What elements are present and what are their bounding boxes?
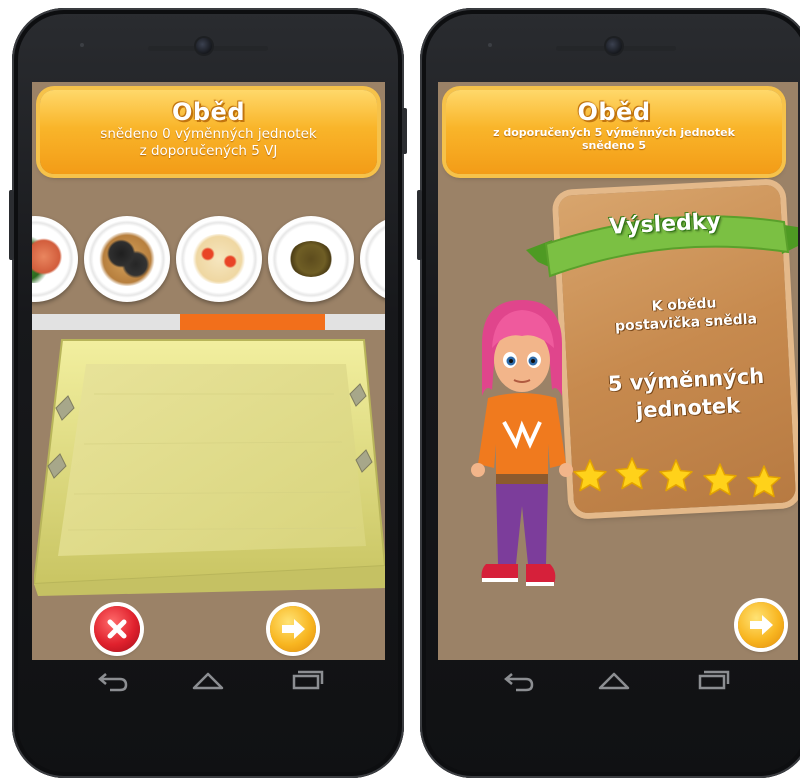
next-button[interactable] xyxy=(738,602,784,648)
food-plate-carousel[interactable] xyxy=(32,216,385,306)
food-plate-mussels-pasta[interactable] xyxy=(84,216,170,302)
arrow-right-icon xyxy=(750,615,773,635)
progress-fill xyxy=(180,314,325,330)
food-plate-tomato-gnocchi[interactable] xyxy=(176,216,262,302)
android-nav-bar xyxy=(12,660,404,700)
star-icon xyxy=(658,458,694,494)
sensor xyxy=(80,43,84,47)
close-icon xyxy=(107,619,127,639)
home-button[interactable] xyxy=(188,666,228,694)
android-nav-bar xyxy=(420,660,800,700)
back-icon xyxy=(98,673,128,692)
banner-recommended-text: z doporučených 5 výměnných jednotek xyxy=(493,126,735,139)
front-camera xyxy=(606,38,622,54)
recents-button[interactable] xyxy=(692,666,732,694)
food-salmon xyxy=(32,235,64,283)
left-phone: Oběd snědeno 0 výměnných jednotek z dopo… xyxy=(12,8,404,778)
banner-eaten-text: snědeno 5 xyxy=(581,139,647,152)
banner-eaten-text: snědeno 0 výměnných jednotek xyxy=(100,126,317,142)
arrow-right-icon xyxy=(282,619,305,639)
recents-button[interactable] xyxy=(286,666,326,694)
meal-banner: Oběd z doporučených 5 výměnných jednotek… xyxy=(446,90,782,174)
sensor xyxy=(488,43,492,47)
right-phone: Oběd z doporučených 5 výměnných jednotek… xyxy=(420,8,800,778)
banner-recommended-text: z doporučených 5 VJ xyxy=(139,143,278,159)
child-character xyxy=(471,300,573,586)
meal-banner: Oběd snědeno 0 výměnných jednotek z dopo… xyxy=(40,90,377,174)
rating-stars xyxy=(562,454,794,502)
food-lentils xyxy=(289,241,333,277)
food-mussels xyxy=(98,232,156,286)
food-plate-salmon-salad[interactable] xyxy=(32,216,78,302)
back-button[interactable] xyxy=(498,666,538,694)
home-button[interactable] xyxy=(594,666,634,694)
portion-progress-bar xyxy=(32,314,385,330)
star-icon xyxy=(702,462,738,498)
wooden-tray[interactable] xyxy=(34,334,385,596)
back-button[interactable] xyxy=(92,666,132,694)
banner-title: Oběd xyxy=(171,98,246,126)
next-button[interactable] xyxy=(270,606,316,652)
home-icon xyxy=(192,672,224,690)
banner-title: Oběd xyxy=(577,98,651,126)
food-plate-partial[interactable] xyxy=(360,216,385,302)
left-screen: Oběd snědeno 0 výměnných jednotek z dopo… xyxy=(32,82,385,660)
volume-button xyxy=(9,190,14,260)
volume-button xyxy=(417,190,422,260)
star-icon xyxy=(614,456,650,492)
power-button xyxy=(402,108,407,154)
recents-icon xyxy=(698,670,730,690)
front-camera xyxy=(196,38,212,54)
home-icon xyxy=(598,672,630,690)
back-icon xyxy=(504,673,534,692)
star-icon xyxy=(746,464,782,500)
food-plate-lentil-dish[interactable] xyxy=(268,216,354,302)
right-screen: Oběd z doporučených 5 výměnných jednotek… xyxy=(438,82,798,660)
recents-icon xyxy=(292,670,324,690)
cancel-button[interactable] xyxy=(94,606,140,652)
food-gnocchi xyxy=(191,234,247,284)
